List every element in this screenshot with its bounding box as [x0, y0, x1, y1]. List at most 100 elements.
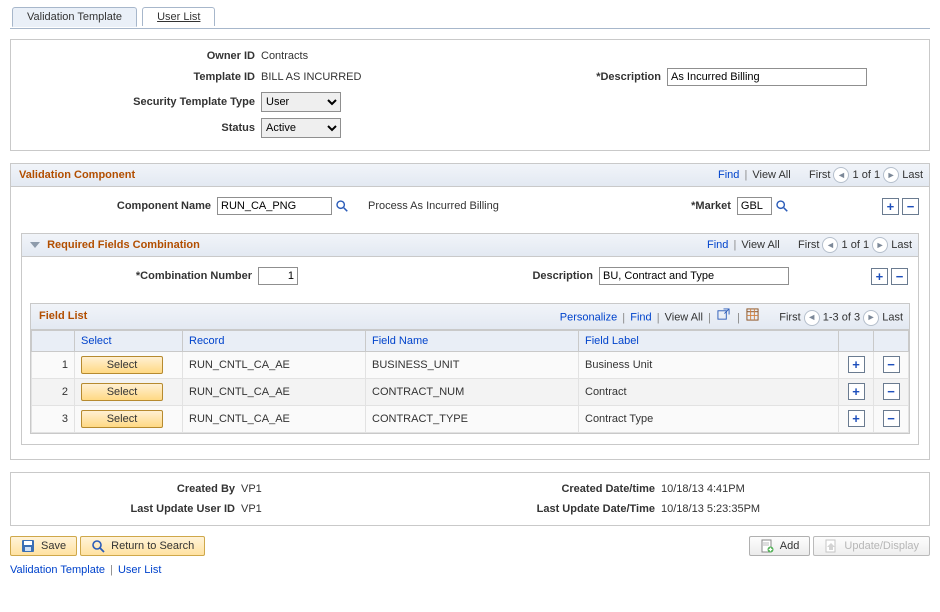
row-add-icon[interactable]: +	[848, 383, 865, 400]
updated-by-label: Last Update User ID	[25, 503, 235, 515]
combination-number-label: *Combination Number	[32, 270, 252, 282]
combination-number-input[interactable]	[258, 267, 298, 285]
table-row: 3 Select RUN_CNTL_CA_AECONTRACT_TYPEContra…	[32, 405, 909, 432]
fieldlist-personalize-link[interactable]: Personalize	[560, 312, 617, 324]
fieldlist-last-label: Last	[882, 312, 903, 324]
fieldlist-first-label: First	[779, 312, 800, 324]
row-record: RUN_CNTL_CA_AE	[183, 405, 366, 432]
page-tabs: Validation Template User List	[10, 6, 930, 29]
fieldlist-zoom-icon[interactable]	[717, 307, 731, 321]
bottom-links: Validation Template | User List	[10, 564, 930, 576]
field-list-title: Field List	[39, 310, 87, 322]
description-label: *Description	[491, 71, 661, 83]
combo-delete-row-icon[interactable]: −	[891, 268, 908, 285]
add-icon	[760, 539, 774, 553]
table-row: 2 Select RUN_CNTL_CA_AECONTRACT_NUMContrac…	[32, 378, 909, 405]
component-find-link[interactable]: Find	[718, 169, 739, 181]
fieldlist-next-icon[interactable]: ►	[863, 310, 879, 326]
select-button[interactable]: Select	[81, 383, 163, 401]
combo-collapse-icon[interactable]	[30, 242, 40, 248]
security-template-type-label: Security Template Type	[25, 96, 255, 108]
fieldlist-find-link[interactable]: Find	[630, 312, 651, 324]
created-by-value: VP1	[241, 483, 262, 495]
update-display-button: Update/Display	[813, 536, 930, 556]
col-fieldlabel[interactable]: Field Label	[585, 335, 639, 347]
updated-date-label: Last Update Date/Time	[470, 503, 655, 515]
page-toolbar: Save Return to Search Add Update/Disp	[10, 536, 930, 556]
combo-next-icon[interactable]: ►	[872, 237, 888, 253]
field-list-grid: Field List Personalize | Find | View All…	[30, 303, 910, 434]
combo-range: 1 of 1	[842, 239, 870, 251]
market-lookup-icon[interactable]	[774, 198, 790, 214]
updated-date-value: 10/18/13 5:23:35PM	[661, 503, 760, 515]
validation-component-title: Validation Component	[19, 169, 135, 181]
description-input[interactable]	[667, 68, 867, 86]
combo-add-row-icon[interactable]: +	[871, 268, 888, 285]
add-button[interactable]: Add	[749, 536, 811, 556]
audit-footer: Created By VP1 Created Date/time 10/18/1…	[10, 472, 930, 526]
tab-validation-template[interactable]: Validation Template	[12, 7, 137, 27]
select-button[interactable]: Select	[81, 356, 163, 374]
template-id-value: BILL AS INCURRED	[261, 71, 491, 83]
col-record[interactable]: Record	[189, 335, 224, 347]
row-fieldname: CONTRACT_TYPE	[366, 405, 579, 432]
component-name-lookup-icon[interactable]	[334, 198, 350, 214]
combo-find-link[interactable]: Find	[707, 239, 728, 251]
status-label: Status	[25, 122, 255, 134]
security-template-type-select[interactable]: User	[261, 92, 341, 112]
component-name-input[interactable]	[217, 197, 332, 215]
combo-last-label: Last	[891, 239, 912, 251]
row-add-icon[interactable]: +	[848, 410, 865, 427]
row-num: 3	[32, 405, 75, 432]
row-add-icon[interactable]: +	[848, 356, 865, 373]
row-num: 1	[32, 351, 75, 378]
component-viewall: View All	[752, 169, 790, 181]
return-icon	[91, 539, 105, 553]
component-next-icon[interactable]: ►	[883, 167, 899, 183]
component-process-descr: Process As Incurred Billing	[368, 200, 499, 212]
fieldlist-prev-icon[interactable]: ◄	[804, 310, 820, 326]
save-icon	[21, 539, 35, 553]
row-fieldlabel: Business Unit	[579, 351, 839, 378]
fieldlist-viewall: View All	[665, 312, 703, 324]
select-button[interactable]: Select	[81, 410, 163, 428]
row-fieldname: BUSINESS_UNIT	[366, 351, 579, 378]
component-last-label: Last	[902, 169, 923, 181]
save-button[interactable]: Save	[10, 536, 77, 556]
row-fieldlabel: Contract	[579, 378, 839, 405]
combo-viewall: View All	[741, 239, 779, 251]
owner-id-value: Contracts	[261, 50, 308, 62]
row-fieldlabel: Contract Type	[579, 405, 839, 432]
bottom-link-validation-template[interactable]: Validation Template	[10, 564, 105, 576]
row-record: RUN_CNTL_CA_AE	[183, 378, 366, 405]
row-delete-icon[interactable]: −	[883, 356, 900, 373]
component-range: 1 of 1	[853, 169, 881, 181]
row-num: 2	[32, 378, 75, 405]
market-input[interactable]	[737, 197, 772, 215]
row-delete-icon[interactable]: −	[883, 383, 900, 400]
return-to-search-button[interactable]: Return to Search	[80, 536, 205, 556]
col-select[interactable]: Select	[81, 335, 112, 347]
combo-prev-icon[interactable]: ◄	[822, 237, 838, 253]
owner-id-label: Owner ID	[25, 50, 255, 62]
component-first-label: First	[809, 169, 830, 181]
component-add-row-icon[interactable]: +	[882, 198, 899, 215]
bottom-link-user-list[interactable]: User List	[118, 564, 161, 576]
update-display-icon	[824, 539, 838, 553]
created-date-label: Created Date/time	[470, 483, 655, 495]
row-delete-icon[interactable]: −	[883, 410, 900, 427]
status-select[interactable]: Active	[261, 118, 341, 138]
row-fieldname: CONTRACT_NUM	[366, 378, 579, 405]
component-prev-icon[interactable]: ◄	[833, 167, 849, 183]
created-date-value: 10/18/13 4:41PM	[661, 483, 745, 495]
fieldlist-download-icon[interactable]	[746, 307, 760, 321]
template-id-label: Template ID	[25, 71, 255, 83]
combo-first-label: First	[798, 239, 819, 251]
component-delete-row-icon[interactable]: −	[902, 198, 919, 215]
col-fieldname[interactable]: Field Name	[372, 335, 428, 347]
validation-component-section: Validation Component Find | View All Fir…	[10, 163, 930, 460]
tab-user-list[interactable]: User List	[142, 7, 215, 26]
combo-description-input[interactable]	[599, 267, 789, 285]
created-by-label: Created By	[25, 483, 235, 495]
template-header: Owner ID Contracts Template ID BILL AS I…	[10, 39, 930, 151]
